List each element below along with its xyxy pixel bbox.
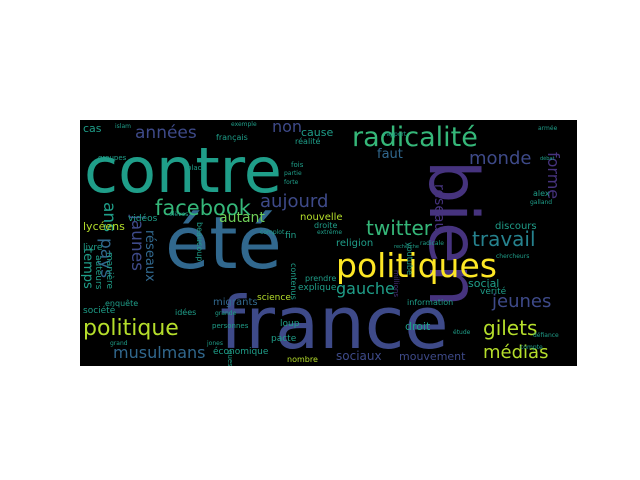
word-28: faut <box>377 147 403 162</box>
word-52: idées <box>175 307 196 317</box>
word-48: loup <box>280 319 300 329</box>
word-11: monde <box>469 148 531 169</box>
word-73: défiance <box>533 332 559 339</box>
word-51: enquête <box>105 298 138 308</box>
word-81: place <box>187 164 206 172</box>
word-17: gilets <box>483 316 537 340</box>
word-34: droit <box>405 320 431 333</box>
word-58: personnes <box>212 322 249 330</box>
word-10: non <box>272 120 302 136</box>
word-14: twitter <box>366 216 433 240</box>
word-46: nombre <box>287 355 318 364</box>
word-83: partie <box>284 170 302 177</box>
word-75: question <box>226 350 234 366</box>
word-9: années <box>135 123 197 143</box>
word-80: exemple <box>231 121 257 128</box>
word-67: étude <box>453 329 471 336</box>
word-71: complot <box>260 229 285 236</box>
word-54: fin <box>285 231 296 241</box>
word-60: vérité <box>480 286 507 297</box>
word-37: livre <box>83 243 103 253</box>
word-33: mouvement <box>399 350 466 363</box>
word-13: aujourd <box>260 191 328 212</box>
word-24: réseaux <box>142 230 157 282</box>
word-84: forte <box>284 179 299 186</box>
word-85: compte <box>520 344 543 351</box>
word-49: manière <box>104 252 115 290</box>
word-65: réalité <box>295 136 321 146</box>
word-40: religion <box>336 238 373 249</box>
word-45: économique <box>213 346 269 357</box>
word-56: contenus <box>289 263 298 300</box>
word-61: millions <box>392 270 400 297</box>
word-57: prendre <box>305 274 336 283</box>
word-44: explique <box>298 283 337 293</box>
word-70: extrême <box>317 229 342 236</box>
word-69: radicale <box>420 240 444 247</box>
word-32: sociaux <box>336 349 382 363</box>
word-82: fois <box>291 161 304 169</box>
word-87: débat <box>540 155 554 162</box>
word-30: cas <box>83 122 102 135</box>
word-cloud: contre bien été france politiques radicalité p… <box>80 120 577 366</box>
word-66: alex <box>533 189 550 198</box>
word-cloud-canvas: contre bienétéfrancepolitiquesradicalitép… <box>80 120 563 366</box>
word-68: groupes <box>98 154 127 162</box>
word-59: information <box>407 298 453 307</box>
word-72: recherche <box>394 244 419 250</box>
word-41: discours <box>495 221 537 232</box>
word-64: français <box>216 133 248 142</box>
word-35: lycéens <box>83 220 125 233</box>
word-43: science <box>257 293 291 303</box>
word-6: radicalité <box>352 122 478 153</box>
word-25: réseau <box>431 184 447 231</box>
word-38: vidéos <box>128 213 158 224</box>
word-77: rapport <box>384 131 407 138</box>
word-89: islam <box>115 123 131 130</box>
word-42: migrants <box>213 297 258 308</box>
word-27: autant <box>219 210 265 226</box>
word-36: auteurs <box>93 255 103 290</box>
word-86: chercheurs <box>496 253 529 260</box>
word-20: gauche <box>336 279 395 298</box>
word-63: beaucoup <box>195 222 204 261</box>
word-88: armée <box>538 125 558 132</box>
word-90: grand <box>110 340 128 347</box>
word-7: politique <box>83 316 179 341</box>
word-79: élèves <box>169 211 188 218</box>
word-47: pacte <box>271 334 297 344</box>
word-78: galland <box>530 199 552 206</box>
word-76: jones <box>206 340 223 347</box>
word-26: temps <box>80 248 95 289</box>
word-74: grande <box>215 310 237 317</box>
